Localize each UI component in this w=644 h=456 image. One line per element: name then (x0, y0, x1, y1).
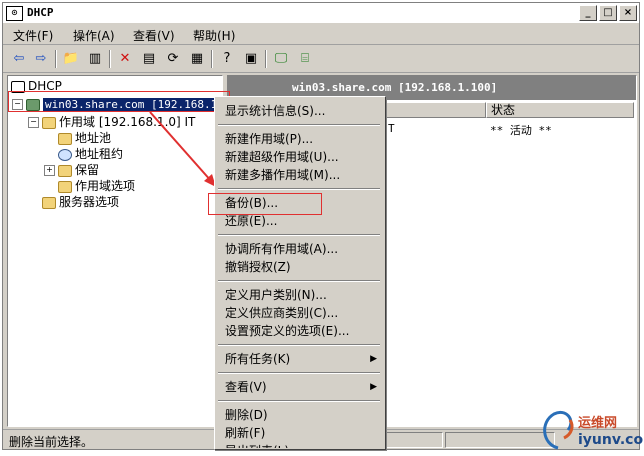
arrow-line (149, 111, 213, 183)
menu-separator (218, 400, 380, 402)
menu-item-new-scope[interactable]: 新建作用域(P)... (225, 130, 313, 148)
menu-item-define-user-classes[interactable]: 定义用户类别(N)... (225, 286, 327, 304)
submenu-arrow-icon: ▶ (370, 354, 377, 364)
menu-item-view[interactable]: 查看(V) (225, 378, 267, 396)
watermark-text-domain: iyunv.com (578, 432, 644, 448)
menu-separator (218, 234, 380, 236)
menu-item-new-superscope[interactable]: 新建超级作用域(U)... (225, 148, 339, 166)
submenu-arrow-icon: ▶ (370, 382, 377, 392)
menu-item-reconcile-all[interactable]: 协调所有作用域(A)... (225, 240, 338, 258)
menu-separator (218, 280, 380, 282)
watermark-logo: 运维网 iyunv.com (538, 406, 644, 454)
menu-item-export-list[interactable]: 导出列表(L)... (225, 442, 301, 448)
watermark-swirl-icon (543, 411, 574, 450)
menu-item-set-predefined-options[interactable]: 设置预定义的选项(E)... (225, 322, 349, 340)
menu-item-show-statistics[interactable]: 显示统计信息(S)... (225, 102, 325, 120)
menu-separator (218, 124, 380, 126)
menu-item-refresh[interactable]: 刷新(F) (225, 424, 265, 442)
menu-separator (218, 372, 380, 374)
menu-item-define-vendor-classes[interactable]: 定义供应商类别(C)... (225, 304, 338, 322)
context-menu: 显示统计信息(S)... 新建作用域(P)... 新建超级作用域(U)... 新… (214, 96, 386, 450)
menu-item-delete[interactable]: 删除(D) (225, 406, 268, 424)
menu-item-all-tasks[interactable]: 所有任务(K) (225, 350, 290, 368)
watermark-text-cn: 运维网 (578, 416, 618, 431)
menu-item-new-multicast-scope[interactable]: 新建多播作用域(M)... (225, 166, 340, 184)
menu-item-unauthorize[interactable]: 撤销授权(Z) (225, 258, 291, 276)
menu-separator (218, 188, 380, 190)
highlight-box-backup (208, 193, 322, 215)
menu-separator (218, 344, 380, 346)
